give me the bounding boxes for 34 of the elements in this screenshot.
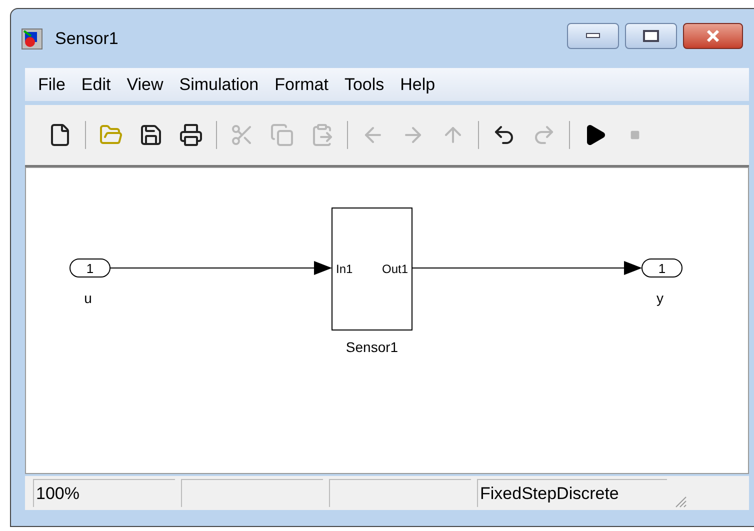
close-button[interactable] bbox=[683, 22, 743, 48]
scissors-icon bbox=[230, 123, 254, 147]
menu-item[interactable]: Format bbox=[268, 72, 336, 98]
copy-icon bbox=[270, 123, 294, 147]
port-label: u bbox=[84, 290, 92, 306]
inport-block: 1 bbox=[70, 258, 110, 278]
printer-icon bbox=[179, 123, 203, 147]
status-text: FixedStepDiscrete bbox=[477, 479, 667, 507]
maximize-icon bbox=[643, 30, 659, 42]
block-name: Sensor1 bbox=[346, 339, 398, 355]
window-title: Sensor1 bbox=[55, 28, 118, 50]
close-icon bbox=[705, 28, 721, 42]
new-file-icon bbox=[48, 123, 72, 147]
menu-item[interactable]: File bbox=[31, 72, 72, 98]
menu-item[interactable]: Simulation bbox=[172, 72, 266, 98]
redo-icon bbox=[532, 123, 556, 147]
port-label: y bbox=[656, 290, 664, 306]
output-port-label: Out1 bbox=[382, 262, 408, 276]
minimize-button[interactable] bbox=[567, 22, 619, 48]
menu-item[interactable]: Tools bbox=[337, 72, 392, 98]
minimize-icon bbox=[586, 33, 600, 38]
maximize-button[interactable] bbox=[625, 22, 677, 48]
app-icon bbox=[21, 28, 43, 50]
resize-grip-icon bbox=[673, 494, 687, 508]
stop-icon bbox=[630, 130, 640, 140]
menu-item[interactable]: Help bbox=[393, 72, 442, 98]
clipboard-icon bbox=[310, 123, 334, 147]
undo-icon bbox=[492, 123, 516, 147]
menu-item[interactable]: View bbox=[120, 72, 170, 98]
input-port-label: In1 bbox=[336, 262, 353, 276]
status-text: 100% bbox=[33, 479, 175, 507]
folder-icon bbox=[99, 123, 123, 147]
outport-block: 1 bbox=[642, 258, 682, 278]
menu-item[interactable]: Edit bbox=[74, 72, 118, 98]
